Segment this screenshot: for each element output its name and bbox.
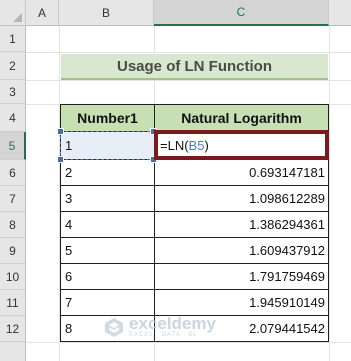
gridline (26, 342, 351, 343)
cell-c10[interactable]: 1.791759469 (154, 263, 329, 290)
row-header-3[interactable]: 3 (0, 80, 26, 104)
cell-b7[interactable]: 3 (60, 185, 155, 212)
formula-prefix: =LN( (160, 137, 189, 153)
gridline (26, 80, 351, 81)
cell-c7[interactable]: 1.098612289 (154, 185, 329, 212)
formula-reference: B5 (188, 137, 205, 153)
row-header-1[interactable]: 1 (0, 26, 26, 52)
cell-b10[interactable]: 6 (60, 263, 155, 290)
cell-c8[interactable]: 1.386294361 (154, 211, 329, 238)
cell-c11[interactable]: 1.945910149 (154, 289, 329, 316)
column-header-d[interactable] (329, 0, 351, 26)
table-header-number1[interactable]: Number1 (60, 104, 155, 132)
exceldemy-logo-icon (105, 317, 123, 337)
cell-b11[interactable]: 7 (60, 289, 155, 316)
cell-b9[interactable]: 5 (60, 237, 155, 264)
row-header-7[interactable]: 7 (0, 186, 26, 212)
row-header-4[interactable]: 4 (0, 104, 26, 132)
row-header-2[interactable]: 2 (0, 52, 26, 80)
row-header-10[interactable]: 10 (0, 264, 26, 290)
cell-c9[interactable]: 1.609437912 (154, 237, 329, 264)
column-header-a[interactable]: A (26, 0, 59, 26)
row-header-11[interactable]: 11 (0, 290, 26, 316)
select-all-corner[interactable] (0, 0, 26, 26)
cell-c5-formula-editor[interactable]: =LN(B5) (154, 130, 329, 160)
cell-c6[interactable]: 0.693147181 (154, 159, 329, 186)
cell-b6[interactable]: 2 (60, 159, 155, 186)
spreadsheet-grid: A B C 1 2 3 4 5 6 7 8 9 10 11 12 Usage o… (0, 0, 351, 361)
column-header-c[interactable]: C (154, 0, 329, 26)
sheet-title[interactable]: Usage of LN Function (61, 54, 328, 80)
reference-handle[interactable] (57, 128, 64, 135)
gridline (26, 52, 351, 53)
formula-reference-outline (60, 131, 155, 160)
gridline (329, 26, 330, 361)
row-header-8[interactable]: 8 (0, 212, 26, 238)
row-header-13[interactable] (0, 342, 26, 361)
row-header-12[interactable]: 12 (0, 316, 26, 342)
row-header-5[interactable]: 5 (0, 132, 26, 160)
column-header-b[interactable]: B (59, 0, 154, 26)
watermark-name: exceldemy (129, 314, 216, 333)
cell-b8[interactable]: 4 (60, 211, 155, 238)
watermark: exceldemy EXCEL · DATA · BI (103, 315, 216, 338)
formula-suffix: ) (204, 137, 209, 153)
row-header-9[interactable]: 9 (0, 238, 26, 264)
row-header-6[interactable]: 6 (0, 160, 26, 186)
reference-handle[interactable] (57, 156, 64, 163)
table-header-natural-logarithm[interactable]: Natural Logarithm (154, 104, 329, 132)
